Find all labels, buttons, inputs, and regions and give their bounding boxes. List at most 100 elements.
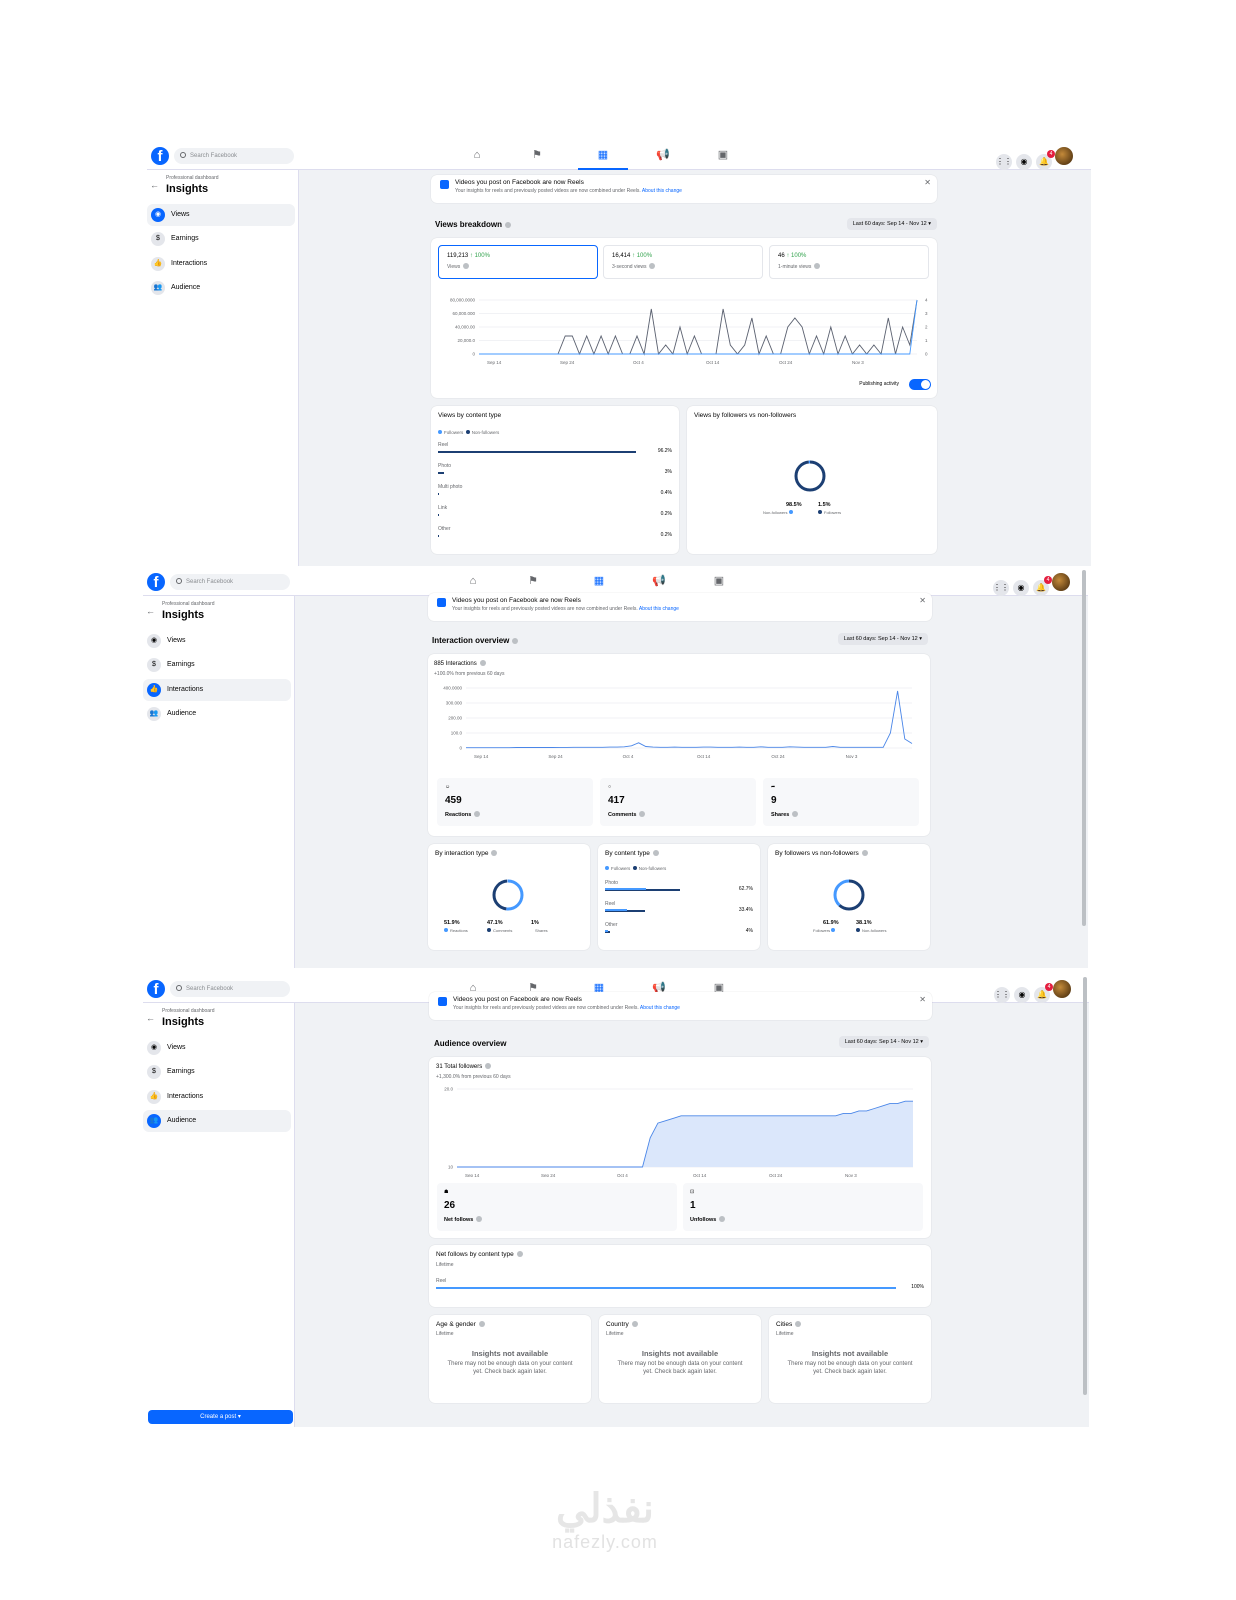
calendar-icon[interactable]: ▣ — [698, 142, 748, 170]
sidebar-item-earnings[interactable]: $ Earnings — [147, 228, 295, 250]
unfollow-icon: ⊡ — [690, 1189, 695, 1195]
bar-track — [605, 888, 725, 891]
sidebar-item-views[interactable]: ◉ Views — [147, 204, 295, 226]
date-range-dropdown[interactable]: Last 60 days: Sep 14 - Nov 12 ▾ — [837, 633, 928, 645]
section-title: Interaction overview — [432, 636, 519, 645]
menu-grid-icon[interactable]: ⋮⋮ — [996, 154, 1012, 170]
search-input[interactable]: Search Facebook — [170, 574, 290, 590]
date-range-dropdown[interactable]: Last 60 days: Sep 14 - Nov 12 ▾ — [838, 1036, 929, 1048]
close-icon[interactable]: ✕ — [919, 995, 926, 1004]
search-input[interactable]: Search Facebook — [170, 981, 290, 997]
net-follows-stat: ☗ 26 Net follows — [437, 1183, 677, 1231]
scrollbar[interactable] — [1082, 570, 1086, 926]
unfollows-stat: ⊡ 1 Unfollows — [683, 1183, 923, 1231]
dashboard-icon[interactable]: ▦ — [578, 142, 628, 170]
avatar[interactable] — [1055, 147, 1073, 165]
x-tick-label: Sep 14 — [465, 1173, 480, 1177]
x-tick-label: Oct 14 — [693, 1173, 707, 1177]
back-arrow-icon[interactable]: ← — [146, 1013, 155, 1023]
content-bar-row-reel: Reel 96.2% — [438, 442, 672, 462]
country-card: Country Lifetime Insights not available … — [599, 1315, 761, 1403]
net-follows-by-content-card: Net follows by content type Lifetime Ree… — [429, 1245, 931, 1307]
screenshot-interactions: f Search Facebook ⌂ ⚑ ▦ 📢 ▣ ⋮⋮ ◉ 🔔 4 ← Prof… — [143, 568, 1088, 968]
info-icon — [491, 850, 498, 856]
messenger-icon[interactable]: ◉ — [1016, 154, 1032, 170]
by-content-type-card: By content type Followers Non-followers … — [598, 844, 760, 950]
bar-label: Other — [605, 922, 618, 928]
sidebar-item-earnings[interactable]: $ Earnings — [143, 654, 291, 676]
sidebar-item-audience[interactable]: 👥 Audience — [147, 277, 295, 299]
publishing-activity-toggle[interactable] — [909, 379, 931, 390]
avatar[interactable] — [1053, 980, 1071, 998]
shares-stat: ➦ 9 Shares — [763, 778, 919, 826]
sidebar-item-views[interactable]: ◉ Views — [143, 630, 291, 652]
y-tick-label: 20,000.0 — [457, 338, 475, 343]
home-icon[interactable]: ⌂ — [452, 142, 502, 170]
facebook-logo-icon[interactable]: f — [151, 147, 169, 165]
info-icon[interactable] — [505, 222, 511, 228]
info-icon — [463, 263, 470, 269]
dashboard-icon[interactable]: ▦ — [574, 568, 624, 596]
avatar[interactable] — [1052, 573, 1070, 591]
messenger-icon[interactable]: ◉ — [1013, 580, 1029, 596]
notifications-bell-icon[interactable]: 🔔 4 — [1034, 983, 1053, 1003]
bar-value: 3% — [664, 469, 672, 475]
about-this-change-link[interactable]: About this change — [642, 188, 682, 194]
follow-icon: ☗ — [444, 1189, 449, 1195]
facebook-logo-icon[interactable]: f — [147, 573, 165, 591]
sidebar-item-audience[interactable]: 👥 Audience — [143, 703, 291, 725]
back-arrow-icon[interactable]: ← — [150, 180, 159, 190]
metric-views[interactable]: 119,213 ↑ 100% Views — [438, 245, 598, 279]
calendar-icon[interactable]: ▣ — [694, 568, 744, 596]
close-icon[interactable]: ✕ — [924, 178, 931, 187]
metric-1-minute-views[interactable]: 46 ↑ 100% 1-minute views — [769, 245, 929, 279]
about-this-change-link[interactable]: About this change — [639, 606, 679, 612]
pages-flag-icon[interactable]: ⚑ — [512, 142, 562, 170]
sidebar-item-earnings[interactable]: $ Earnings — [143, 1061, 291, 1083]
sidebar-item-interactions[interactable]: 👍 Interactions — [143, 1086, 291, 1108]
ads-megaphone-icon[interactable]: 📢 — [634, 568, 684, 596]
age-gender-card: Age & gender Lifetime Insights not avail… — [429, 1315, 591, 1403]
info-icon[interactable] — [512, 638, 519, 644]
share-icon: ➦ — [771, 784, 776, 790]
notifications-bell-icon[interactable]: 🔔 4 — [1036, 150, 1055, 170]
ads-megaphone-icon[interactable]: 📢 — [638, 142, 688, 170]
date-range-dropdown[interactable]: Last 60 days: Sep 14 - Nov 12 ▾ — [846, 218, 937, 230]
facebook-logo-icon[interactable]: f — [147, 980, 165, 998]
y-tick-label: 20.0 — [444, 1087, 453, 1092]
scrollbar[interactable] — [1083, 977, 1087, 1395]
metric-3-second-views[interactable]: 16,414 ↑ 100% 3-second views — [603, 245, 763, 279]
pages-flag-icon[interactable]: ⚑ — [508, 568, 558, 596]
sidebar-item-views[interactable]: ◉ Views — [143, 1037, 291, 1059]
menu-grid-icon[interactable]: ⋮⋮ — [994, 987, 1010, 1003]
content-bar-row-photo: Photo 62.7% — [605, 880, 753, 900]
interactions-line-chart: 400.0000 300.000 200.00 100.0 0 Sep 14 Sep 24 O… — [443, 686, 913, 759]
create-post-button[interactable]: Create a post ▾ — [148, 1410, 293, 1424]
content-bar-row-link: Link 0.2% — [438, 505, 672, 525]
home-icon[interactable]: ⌂ — [448, 568, 498, 596]
x-tick-label: Oct 14 — [697, 754, 711, 759]
messenger-icon[interactable]: ◉ — [1014, 987, 1030, 1003]
bar-value: 0.2% — [660, 511, 672, 517]
reaction-icon: ☺ — [445, 784, 451, 790]
back-arrow-icon[interactable]: ← — [146, 606, 155, 616]
sidebar-item-interactions[interactable]: 👍 Interactions — [147, 253, 295, 275]
close-icon[interactable]: ✕ — [919, 596, 926, 605]
views-chart-card: 119,213 ↑ 100% Views 16,414 ↑ 100% 3-sec… — [431, 238, 937, 398]
page-title: Insights — [162, 609, 205, 621]
x-tick-label: Oct 24 — [769, 1173, 783, 1177]
menu-grid-icon[interactable]: ⋮⋮ — [993, 580, 1009, 596]
info-icon — [861, 850, 868, 856]
notifications-bell-icon[interactable]: 🔔 4 — [1033, 576, 1052, 596]
about-this-change-link[interactable]: About this change — [640, 1005, 680, 1011]
thumbs-up-icon: 👍 — [147, 1090, 161, 1104]
bar-value: 62.7% — [738, 886, 753, 892]
sidebar: ← Professional dashboard Insights ◉ Views… — [143, 596, 295, 968]
y-tick-label: 0 — [459, 746, 462, 751]
followers-area-chart: 20.0 10 Sep 14 Sep 24 Oct 4 Oct 14 Oct 24 Nov 3 — [444, 1087, 913, 1177]
bar-value: 96.2% — [657, 448, 672, 454]
info-icon — [516, 1251, 523, 1257]
sidebar-item-interactions[interactable]: 👍 Interactions — [143, 679, 291, 701]
sidebar-item-audience[interactable]: 👥 Audience — [143, 1110, 291, 1132]
search-input[interactable]: Search Facebook — [174, 148, 294, 164]
